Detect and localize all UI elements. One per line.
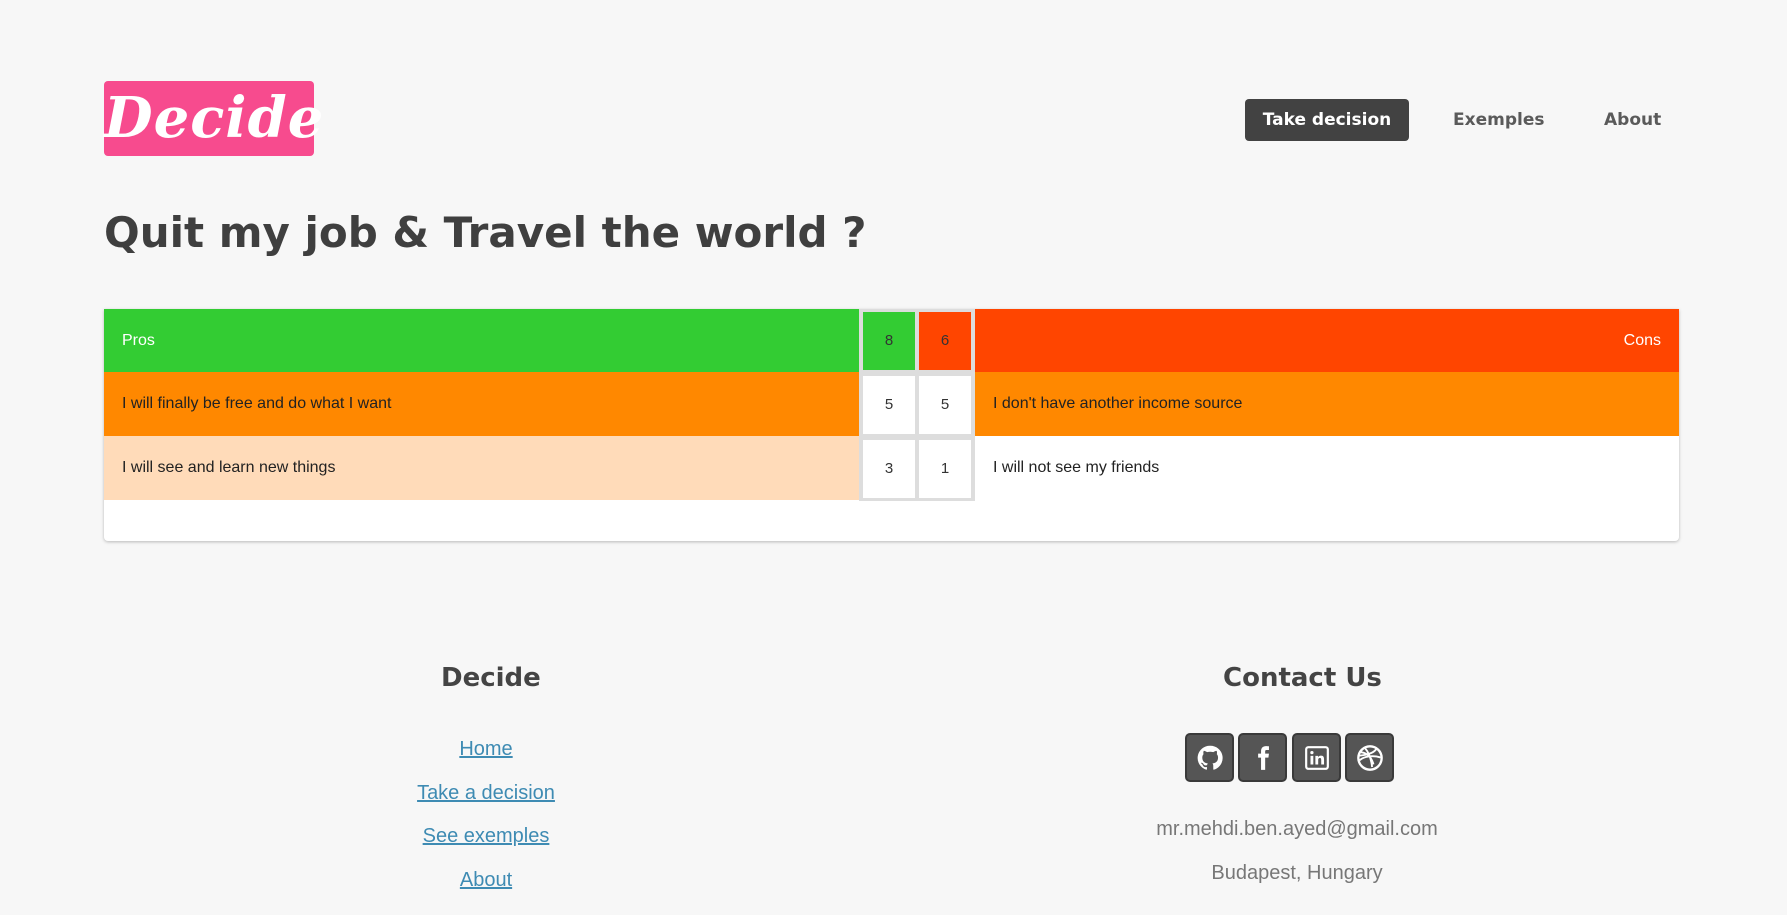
nav-about[interactable]: About (1604, 99, 1661, 141)
dribbble-icon[interactable] (1345, 733, 1394, 782)
footer-link-take-decision[interactable]: Take a decision (417, 782, 555, 805)
facebook-icon[interactable] (1238, 733, 1287, 782)
contact-email[interactable]: mr.mehdi.ben.ayed@gmail.com (1156, 818, 1438, 841)
pro-score[interactable]: 5 (863, 376, 915, 434)
pros-header-label: Pros (122, 331, 155, 349)
pro-item-text: I will finally be free and do what I wan… (122, 395, 392, 412)
con-item-text: I don't have another income source (993, 395, 1243, 412)
pro-score[interactable]: 3 (863, 440, 915, 498)
score-column: 8 6 5 5 3 1 (859, 309, 975, 501)
pros-header: Pros (104, 309, 859, 372)
con-item[interactable]: I will not see my friends (975, 436, 1679, 500)
con-item-text: I will not see my friends (993, 459, 1160, 476)
contact-location: Budapest, Hungary (1211, 862, 1383, 884)
pros-total-score: 8 (863, 312, 915, 370)
decision-board: Pros Cons I will finally be free and do … (104, 309, 1679, 541)
con-score[interactable]: 1 (919, 440, 971, 498)
cons-header: Cons (975, 309, 1679, 372)
contact-title: Contact Us (1223, 663, 1382, 693)
con-item[interactable]: I don't have another income source (975, 372, 1679, 436)
linkedin-icon[interactable] (1292, 733, 1341, 782)
footer-link-about[interactable]: About (460, 869, 512, 892)
footer-link-exemples[interactable]: See exemples (423, 825, 550, 848)
main-nav: Take decision Exemples About (0, 99, 1787, 141)
footer-link-home[interactable]: Home (459, 738, 512, 761)
page-title: Quit my job & Travel the world ? (104, 208, 867, 257)
cons-header-label: Cons (1623, 331, 1661, 349)
pro-item[interactable]: I will see and learn new things (104, 436, 859, 500)
nav-exemples[interactable]: Exemples (1453, 99, 1544, 141)
con-score[interactable]: 5 (919, 376, 971, 434)
footer-brand-title: Decide (441, 663, 541, 693)
pro-item-text: I will see and learn new things (122, 459, 336, 476)
cons-total-score: 6 (919, 312, 971, 370)
nav-take-decision[interactable]: Take decision (1245, 99, 1409, 141)
github-icon[interactable] (1185, 733, 1234, 782)
pro-item[interactable]: I will finally be free and do what I wan… (104, 372, 859, 436)
